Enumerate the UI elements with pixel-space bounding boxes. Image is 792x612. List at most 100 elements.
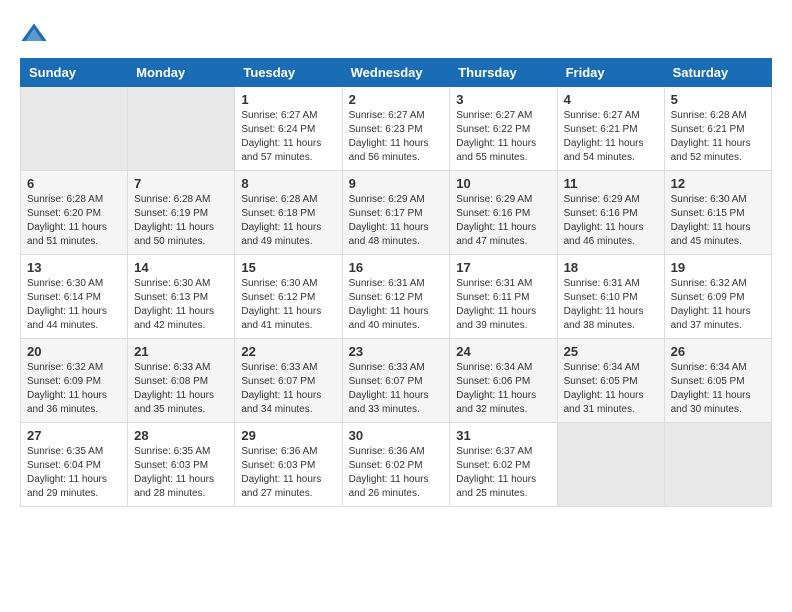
day-number: 19 [671,260,765,275]
day-info: Sunrise: 6:29 AM Sunset: 6:16 PM Dayligh… [456,193,550,249]
calendar-cell: 15 Sunrise: 6:30 AM Sunset: 6:12 PM Dayli… [235,255,342,339]
day-number: 26 [671,344,765,359]
weekday-header-row: SundayMondayTuesdayWednesdayThursdayFrid… [21,59,772,87]
weekday-header-wednesday: Wednesday [342,59,450,87]
calendar-table: SundayMondayTuesdayWednesdayThursdayFrid… [20,58,772,507]
calendar-cell: 1 Sunrise: 6:27 AM Sunset: 6:24 PM Daylig… [235,87,342,171]
calendar-cell: 31 Sunrise: 6:37 AM Sunset: 6:02 PM Dayli… [450,423,557,507]
day-info: Sunrise: 6:27 AM Sunset: 6:24 PM Dayligh… [241,109,335,165]
calendar-cell: 9 Sunrise: 6:29 AM Sunset: 6:17 PM Daylig… [342,171,450,255]
calendar-cell: 7 Sunrise: 6:28 AM Sunset: 6:19 PM Daylig… [128,171,235,255]
day-info: Sunrise: 6:30 AM Sunset: 6:13 PM Dayligh… [134,277,228,333]
day-info: Sunrise: 6:30 AM Sunset: 6:15 PM Dayligh… [671,193,765,249]
day-info: Sunrise: 6:29 AM Sunset: 6:17 PM Dayligh… [349,193,444,249]
day-number: 16 [349,260,444,275]
day-number: 25 [564,344,658,359]
day-info: Sunrise: 6:34 AM Sunset: 6:05 PM Dayligh… [564,361,658,417]
day-info: Sunrise: 6:33 AM Sunset: 6:07 PM Dayligh… [349,361,444,417]
calendar-cell: 14 Sunrise: 6:30 AM Sunset: 6:13 PM Dayli… [128,255,235,339]
day-info: Sunrise: 6:27 AM Sunset: 6:23 PM Dayligh… [349,109,444,165]
day-info: Sunrise: 6:35 AM Sunset: 6:03 PM Dayligh… [134,445,228,501]
calendar-cell: 12 Sunrise: 6:30 AM Sunset: 6:15 PM Dayli… [664,171,771,255]
logo [20,20,52,48]
day-number: 7 [134,176,228,191]
calendar-cell: 22Sunrise: 6:33 AM Sunset: 6:07 PM Dayli… [235,339,342,423]
day-number: 1 [241,92,335,107]
day-number: 9 [349,176,444,191]
day-number: 5 [671,92,765,107]
day-info: Sunrise: 6:33 AM Sunset: 6:08 PM Dayligh… [134,361,228,417]
calendar-cell: 8 Sunrise: 6:28 AM Sunset: 6:18 PM Daylig… [235,171,342,255]
weekday-header-saturday: Saturday [664,59,771,87]
day-number: 17 [456,260,550,275]
week-row-5: 27 Sunrise: 6:35 AM Sunset: 6:04 PM Dayli… [21,423,772,507]
calendar-cell [21,87,128,171]
calendar-cell: 11 Sunrise: 6:29 AM Sunset: 6:16 PM Dayli… [557,171,664,255]
day-number: 23 [349,344,444,359]
calendar-cell: 2Sunrise: 6:27 AM Sunset: 6:23 PM Daylig… [342,87,450,171]
calendar-cell: 30 Sunrise: 6:36 AM Sunset: 6:02 PM Dayli… [342,423,450,507]
day-info: Sunrise: 6:27 AM Sunset: 6:21 PM Dayligh… [564,109,658,165]
day-number: 29 [241,428,335,443]
day-number: 13 [27,260,121,275]
day-number: 3 [456,92,550,107]
calendar-cell: 19 Sunrise: 6:32 AM Sunset: 6:09 PM Dayli… [664,255,771,339]
day-number: 10 [456,176,550,191]
calendar-cell: 21Sunrise: 6:33 AM Sunset: 6:08 PM Dayli… [128,339,235,423]
calendar-cell: 3 Sunrise: 6:27 AM Sunset: 6:22 PM Daylig… [450,87,557,171]
day-number: 30 [349,428,444,443]
calendar-cell: 13 Sunrise: 6:30 AM Sunset: 6:14 PM Dayli… [21,255,128,339]
calendar-cell: 26 Sunrise: 6:34 AM Sunset: 6:05 PM Dayli… [664,339,771,423]
day-info: Sunrise: 6:28 AM Sunset: 6:20 PM Dayligh… [27,193,121,249]
calendar-cell: 10 Sunrise: 6:29 AM Sunset: 6:16 PM Dayli… [450,171,557,255]
day-info: Sunrise: 6:30 AM Sunset: 6:14 PM Dayligh… [27,277,121,333]
day-info: Sunrise: 6:30 AM Sunset: 6:12 PM Dayligh… [241,277,335,333]
weekday-header-sunday: Sunday [21,59,128,87]
calendar-cell: 4Sunrise: 6:27 AM Sunset: 6:21 PM Daylig… [557,87,664,171]
day-info: Sunrise: 6:34 AM Sunset: 6:05 PM Dayligh… [671,361,765,417]
day-info: Sunrise: 6:28 AM Sunset: 6:21 PM Dayligh… [671,109,765,165]
day-number: 20 [27,344,121,359]
day-info: Sunrise: 6:32 AM Sunset: 6:09 PM Dayligh… [671,277,765,333]
day-info: Sunrise: 6:31 AM Sunset: 6:10 PM Dayligh… [564,277,658,333]
calendar-cell: 27 Sunrise: 6:35 AM Sunset: 6:04 PM Dayli… [21,423,128,507]
day-number: 24 [456,344,550,359]
day-info: Sunrise: 6:37 AM Sunset: 6:02 PM Dayligh… [456,445,550,501]
day-info: Sunrise: 6:32 AM Sunset: 6:09 PM Dayligh… [27,361,121,417]
calendar-cell: 5 Sunrise: 6:28 AM Sunset: 6:21 PM Daylig… [664,87,771,171]
day-number: 8 [241,176,335,191]
page-header [20,20,772,48]
day-number: 27 [27,428,121,443]
weekday-header-monday: Monday [128,59,235,87]
day-info: Sunrise: 6:31 AM Sunset: 6:12 PM Dayligh… [349,277,444,333]
day-info: Sunrise: 6:35 AM Sunset: 6:04 PM Dayligh… [27,445,121,501]
calendar-cell: 23 Sunrise: 6:33 AM Sunset: 6:07 PM Dayli… [342,339,450,423]
week-row-4: 20 Sunrise: 6:32 AM Sunset: 6:09 PM Dayli… [21,339,772,423]
calendar-cell: 17 Sunrise: 6:31 AM Sunset: 6:11 PM Dayli… [450,255,557,339]
day-info: Sunrise: 6:28 AM Sunset: 6:19 PM Dayligh… [134,193,228,249]
day-number: 11 [564,176,658,191]
week-row-3: 13 Sunrise: 6:30 AM Sunset: 6:14 PM Dayli… [21,255,772,339]
week-row-1: 1 Sunrise: 6:27 AM Sunset: 6:24 PM Daylig… [21,87,772,171]
calendar-cell: 20 Sunrise: 6:32 AM Sunset: 6:09 PM Dayli… [21,339,128,423]
day-info: Sunrise: 6:36 AM Sunset: 6:03 PM Dayligh… [241,445,335,501]
day-info: Sunrise: 6:29 AM Sunset: 6:16 PM Dayligh… [564,193,658,249]
day-number: 31 [456,428,550,443]
day-number: 6 [27,176,121,191]
calendar-cell: 18Sunrise: 6:31 AM Sunset: 6:10 PM Dayli… [557,255,664,339]
day-number: 12 [671,176,765,191]
day-info: Sunrise: 6:28 AM Sunset: 6:18 PM Dayligh… [241,193,335,249]
calendar-cell: 25 Sunrise: 6:34 AM Sunset: 6:05 PM Dayli… [557,339,664,423]
logo-icon [20,20,48,48]
weekday-header-tuesday: Tuesday [235,59,342,87]
calendar-cell: 28Sunrise: 6:35 AM Sunset: 6:03 PM Dayli… [128,423,235,507]
day-number: 22 [241,344,335,359]
day-info: Sunrise: 6:36 AM Sunset: 6:02 PM Dayligh… [349,445,444,501]
day-info: Sunrise: 6:31 AM Sunset: 6:11 PM Dayligh… [456,277,550,333]
day-number: 15 [241,260,335,275]
weekday-header-friday: Friday [557,59,664,87]
calendar-cell [664,423,771,507]
day-info: Sunrise: 6:27 AM Sunset: 6:22 PM Dayligh… [456,109,550,165]
day-number: 14 [134,260,228,275]
calendar-cell [557,423,664,507]
